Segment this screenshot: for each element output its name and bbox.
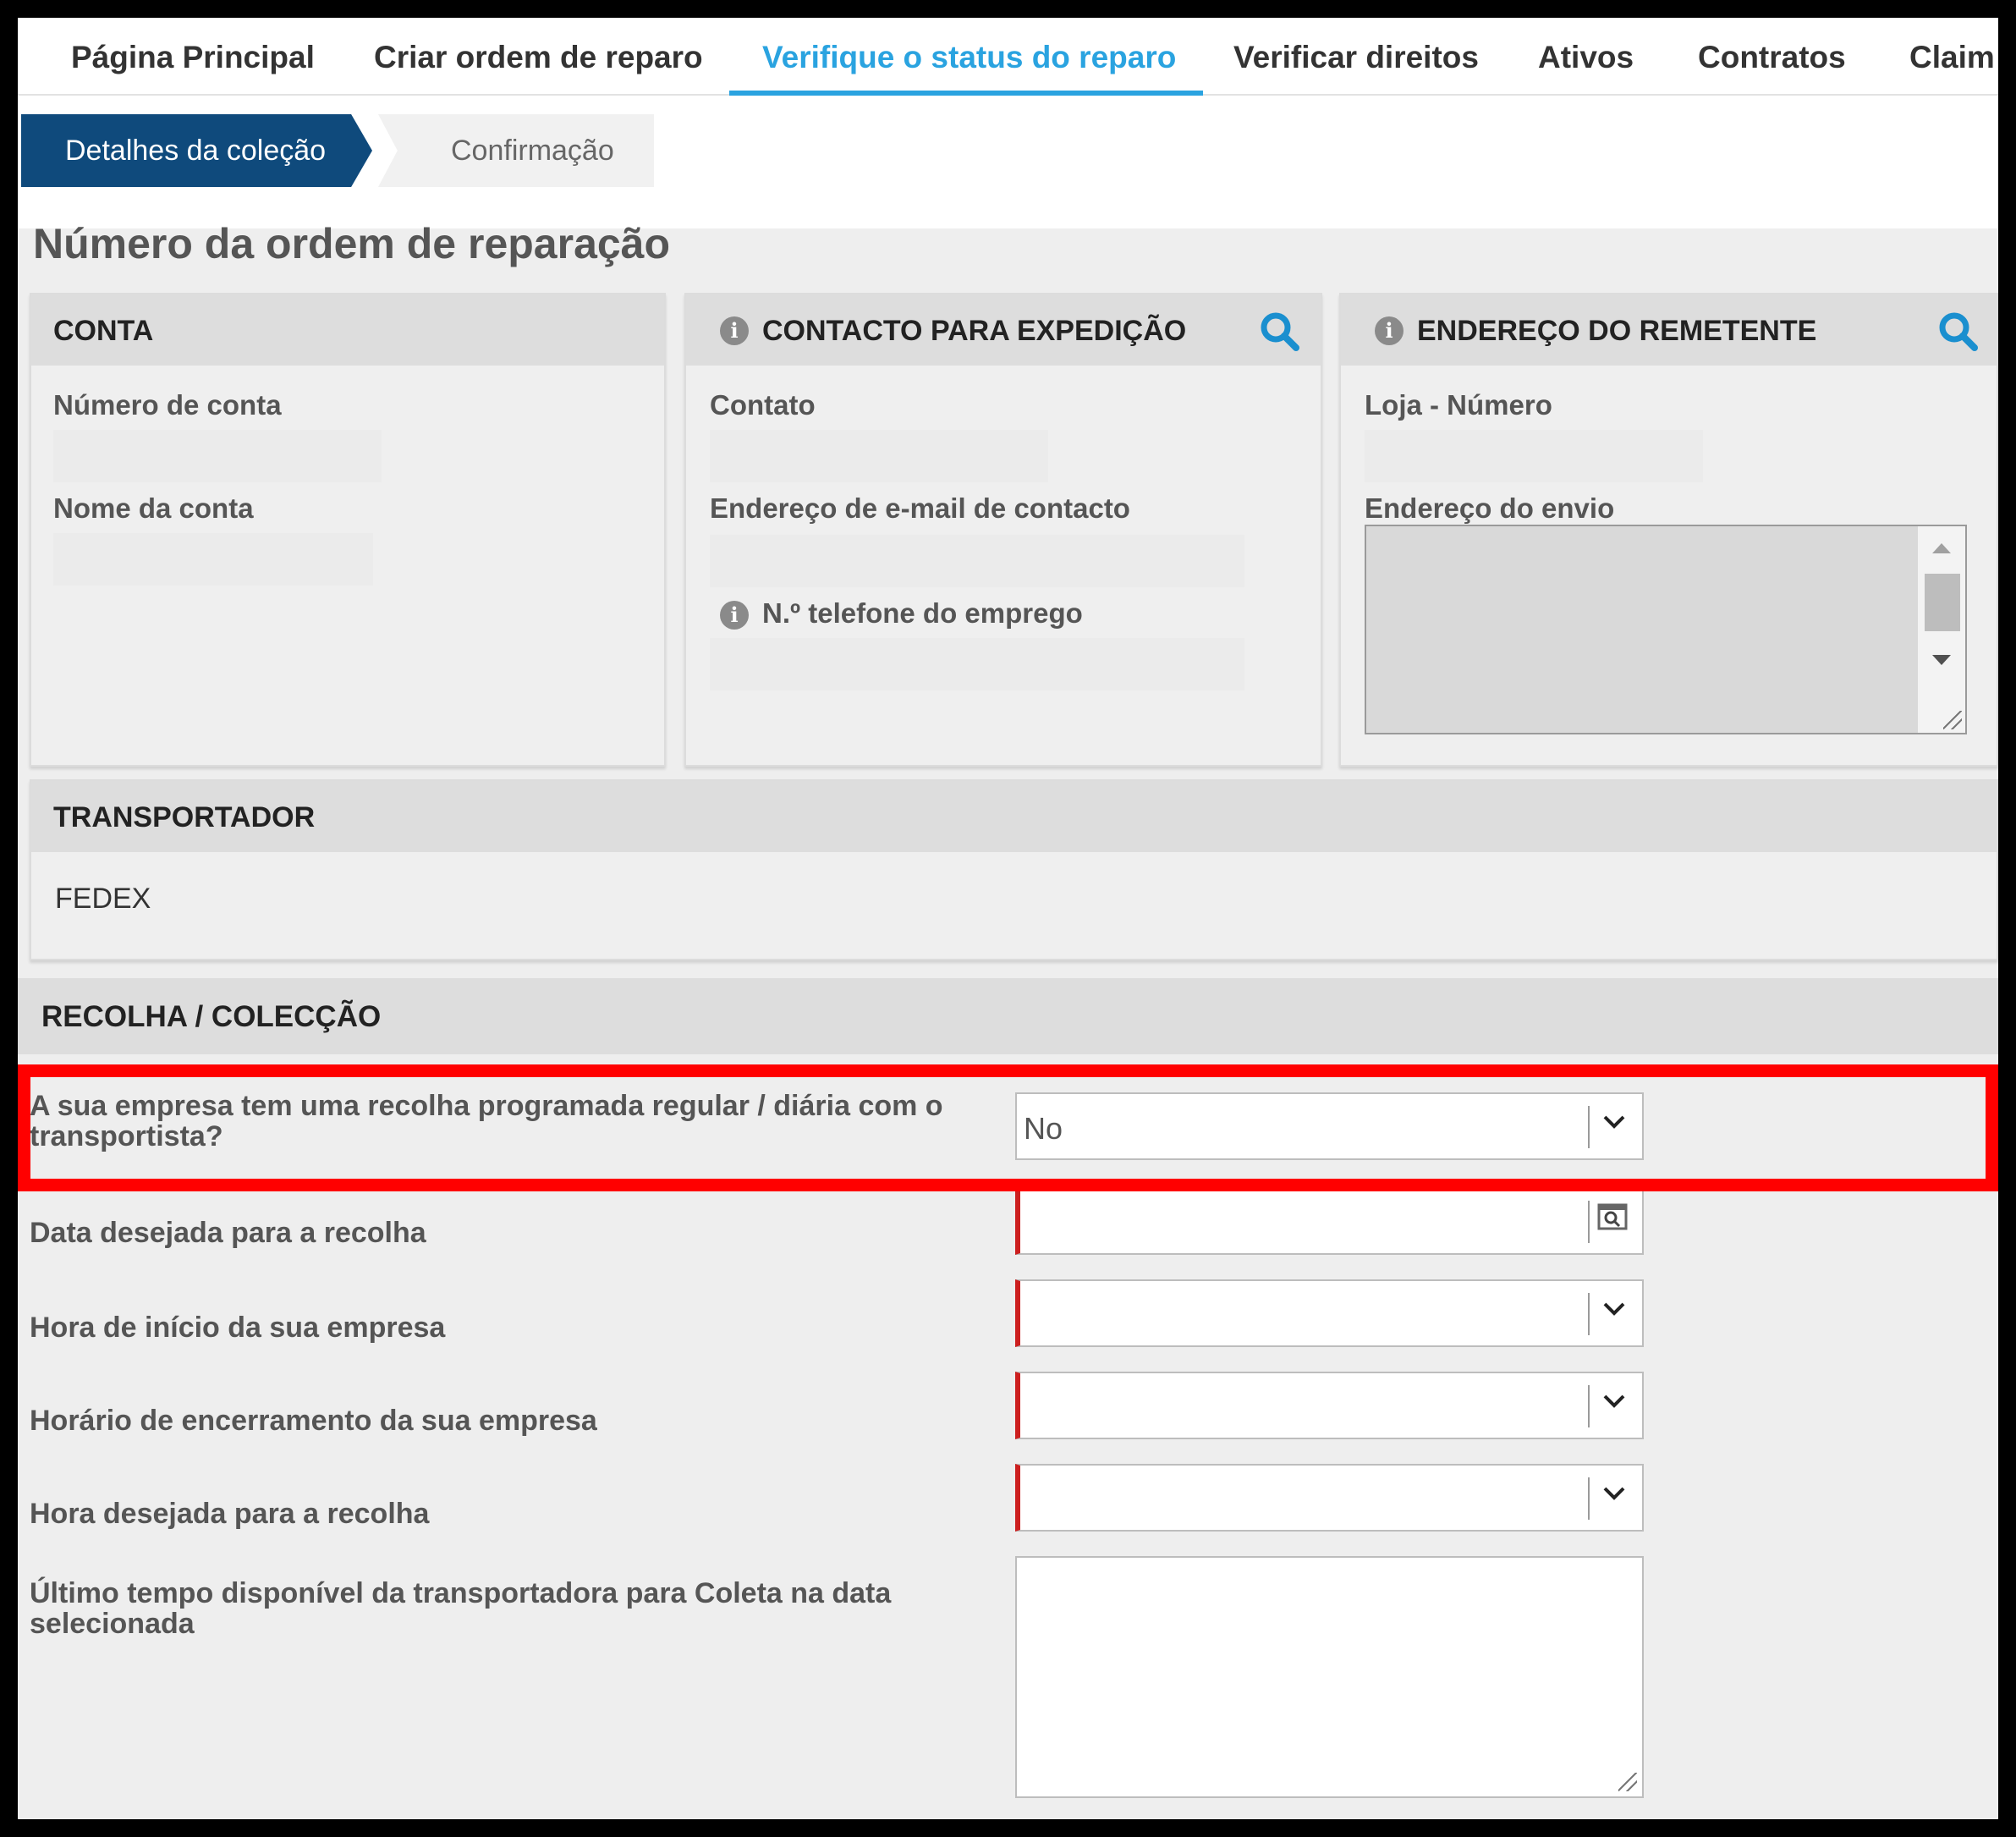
chevron-down-icon[interactable] [1601, 1109, 1627, 1135]
scheduled-pickup-question: A sua empresa tem uma recolha programada… [30, 1090, 943, 1152]
business-start-time-label: Hora de início da sua empresa [30, 1312, 446, 1344]
nav-item-check-entitlements[interactable]: Verificar direitos [1233, 40, 1479, 75]
phone-info-icon: i [720, 601, 749, 630]
shipping-address-label: Endereço do envio [1365, 492, 1615, 524]
business-close-time-label: Horário de encerramento da sua empresa [30, 1405, 597, 1437]
contact-email-value [710, 535, 1244, 587]
account-number-label: Número de conta [53, 389, 282, 421]
carrier-panel-title: TRANSPORTADOR [53, 801, 316, 833]
nav-item-assets[interactable]: Ativos [1538, 40, 1634, 75]
shipping-address-textarea[interactable] [1365, 525, 1967, 734]
work-phone-label: N.º telefone do emprego [762, 597, 1083, 629]
carrier-value: FEDEX [55, 883, 151, 915]
sender-address-panel-header: i ENDEREÇO DO REMETENTE [1341, 294, 1997, 366]
info-icon: i [720, 316, 749, 345]
desired-pickup-time-label: Hora desejada para a recolha [30, 1498, 430, 1530]
latest-carrier-time-label: Último tempo disponível da transportador… [30, 1577, 892, 1640]
chevron-down-icon[interactable] [1601, 1296, 1627, 1322]
shipping-contact-panel: i CONTACTO PARA EXPEDIÇÃO Contato Endere… [684, 293, 1322, 767]
nav-item-contracts[interactable]: Contratos [1698, 40, 1846, 75]
nav-item-create-repair-order[interactable]: Criar ordem de reparo [374, 40, 703, 75]
store-number-value [1365, 430, 1703, 482]
work-phone-value [710, 638, 1244, 690]
select-separator [1588, 1293, 1590, 1335]
sender-address-panel-title: ENDEREÇO DO REMETENTE [1417, 315, 1817, 347]
business-start-time-select[interactable] [1015, 1279, 1644, 1347]
contact-email-label: Endereço de e-mail de contacto [710, 492, 1130, 524]
search-icon[interactable] [1936, 310, 1980, 354]
shipping-contact-panel-header: i CONTACTO PARA EXPEDIÇÃO [686, 294, 1321, 366]
nav-item-claim[interactable]: Claim [1909, 40, 1995, 75]
scheduled-pickup-selected-value: No [1024, 1111, 1063, 1146]
address-scrollbar[interactable] [1918, 526, 1965, 733]
resize-grip-icon[interactable] [1618, 1773, 1637, 1791]
top-navigation: Página Principal Criar ordem de reparo V… [18, 18, 1998, 96]
info-icon: i [1375, 316, 1404, 345]
select-separator [1588, 1106, 1590, 1148]
desired-pickup-date-label: Data desejada para a recolha [30, 1217, 426, 1249]
contact-label: Contato [710, 389, 816, 421]
scheduled-pickup-select[interactable]: No [1015, 1092, 1644, 1160]
resize-grip-icon[interactable] [1943, 711, 1962, 729]
shipping-contact-panel-title: CONTACTO PARA EXPEDIÇÃO [762, 315, 1187, 347]
account-panel-title: CONTA [53, 315, 154, 347]
search-icon[interactable] [1258, 310, 1302, 354]
business-close-time-select[interactable] [1015, 1372, 1644, 1439]
sender-address-panel: i ENDEREÇO DO REMETENTE Loja - Número En… [1339, 293, 1998, 767]
carrier-panel-header: TRANSPORTADOR [31, 781, 1997, 852]
select-separator [1588, 1477, 1590, 1520]
pickup-section-title: RECOLHA / COLECÇÃO [41, 1000, 382, 1033]
contact-value [710, 430, 1048, 482]
account-name-value [53, 533, 373, 586]
pickup-section-header: RECOLHA / COLECÇÃO [18, 978, 1998, 1054]
account-name-label: Nome da conta [53, 492, 254, 524]
step-collection-details[interactable]: Detalhes da coleção [21, 114, 372, 187]
store-number-label: Loja - Número [1365, 389, 1552, 421]
scroll-down-arrow-icon[interactable] [1932, 655, 1951, 665]
nav-item-home[interactable]: Página Principal [71, 40, 315, 75]
nav-item-check-repair-status[interactable]: Verifique o status do reparo [762, 40, 1176, 75]
account-panel: CONTA Número de conta Nome da conta [30, 293, 666, 767]
account-panel-header: CONTA [31, 294, 664, 366]
app-window: Página Principal Criar ordem de reparo V… [18, 18, 1998, 1819]
chevron-down-icon[interactable] [1601, 1481, 1627, 1506]
step-confirmation[interactable]: Confirmação [378, 114, 654, 187]
select-separator [1588, 1385, 1590, 1427]
chevron-down-icon[interactable] [1601, 1389, 1627, 1414]
calendar-search-icon[interactable] [1596, 1201, 1629, 1233]
scroll-up-arrow-icon[interactable] [1932, 543, 1951, 553]
scrollbar-thumb[interactable] [1925, 574, 1960, 631]
step-progress-bar: Detalhes da coleção Confirmação [18, 96, 1998, 228]
desired-pickup-date-input[interactable] [1015, 1187, 1644, 1255]
page-title: Número da ordem de reparação [33, 220, 671, 267]
input-separator [1588, 1201, 1590, 1243]
carrier-panel: TRANSPORTADOR FEDEX [30, 779, 1998, 960]
latest-carrier-time-textarea[interactable] [1015, 1556, 1644, 1798]
account-number-value [53, 430, 382, 482]
desired-pickup-time-select[interactable] [1015, 1464, 1644, 1532]
